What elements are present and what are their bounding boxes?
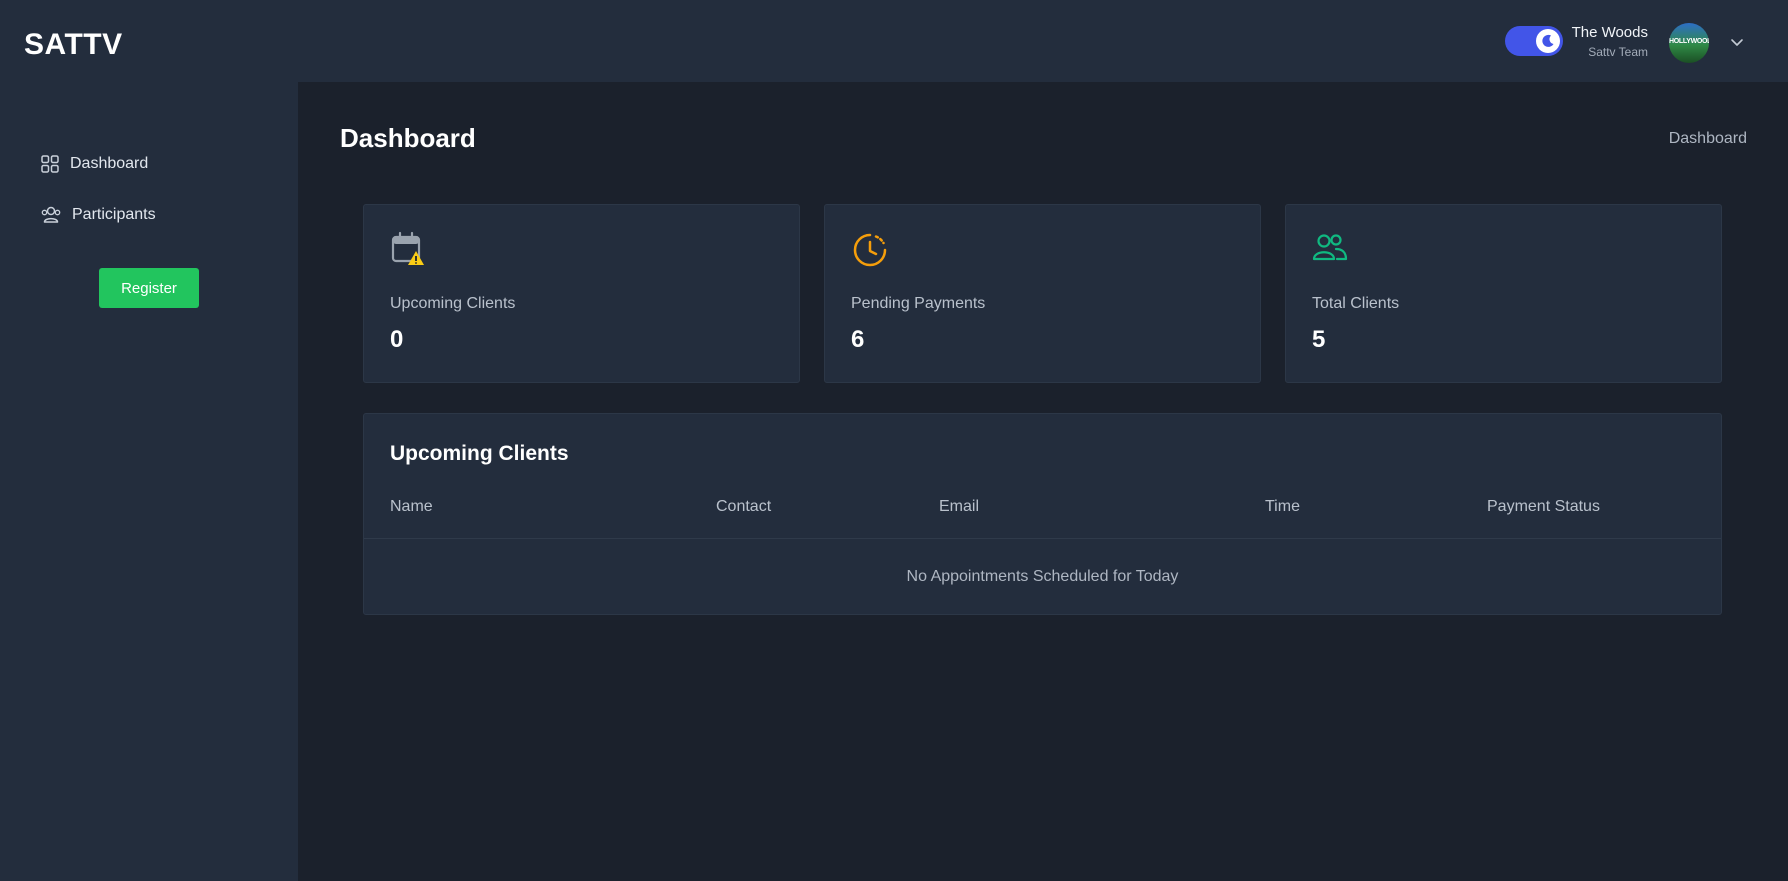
register-button[interactable]: Register bbox=[99, 268, 199, 308]
column-header-payment-status[interactable]: Payment Status bbox=[1487, 498, 1600, 516]
top-bar: SATTV The Woods Sattv Team HOLLYWOOD bbox=[0, 0, 1788, 82]
users-icon bbox=[1312, 231, 1348, 270]
sidebar-item-participants[interactable]: Participants bbox=[40, 205, 156, 225]
stat-card-upcoming-clients: Upcoming Clients 0 bbox=[363, 204, 800, 383]
calendar-warning-icon bbox=[390, 231, 426, 272]
user-info[interactable]: The Woods Sattv Team bbox=[1572, 24, 1648, 59]
sidebar-item-label: Participants bbox=[72, 206, 156, 223]
sidebar-item-dashboard[interactable]: Dashboard bbox=[40, 154, 148, 174]
table-title: Upcoming Clients bbox=[390, 442, 569, 465]
column-header-time[interactable]: Time bbox=[1265, 498, 1300, 516]
upcoming-clients-table: Upcoming Clients Name Contact Email Time… bbox=[363, 413, 1722, 615]
stat-label: Pending Payments bbox=[851, 295, 986, 312]
theme-toggle[interactable] bbox=[1505, 26, 1563, 56]
toggle-knob bbox=[1536, 29, 1560, 53]
chevron-down-icon[interactable] bbox=[1729, 34, 1745, 55]
user-team: Sattv Team bbox=[1588, 45, 1648, 59]
column-header-contact[interactable]: Contact bbox=[716, 498, 771, 516]
sidebar-item-label: Dashboard bbox=[70, 155, 149, 172]
clock-refresh-icon bbox=[851, 231, 889, 274]
stat-card-pending-payments: Pending Payments 6 bbox=[824, 204, 1261, 383]
empty-state-message: No Appointments Scheduled for Today bbox=[906, 568, 1179, 585]
grid-icon bbox=[41, 155, 59, 173]
stat-label: Upcoming Clients bbox=[390, 295, 516, 312]
stat-value: 5 bbox=[1312, 326, 1326, 353]
column-header-email[interactable]: Email bbox=[939, 498, 979, 516]
avatar-text: HOLLYWOOD bbox=[1669, 38, 1709, 45]
user-name: The Woods bbox=[1571, 24, 1648, 41]
users-icon bbox=[41, 206, 61, 223]
breadcrumb[interactable]: Dashboard bbox=[1669, 130, 1747, 148]
moon-icon bbox=[1542, 34, 1554, 47]
table-header-divider bbox=[364, 538, 1721, 539]
brand-logo[interactable]: SATTV bbox=[24, 28, 123, 62]
sidebar: Dashboard Participants Register bbox=[0, 82, 298, 881]
column-header-name[interactable]: Name bbox=[390, 498, 433, 516]
stat-value: 6 bbox=[851, 326, 865, 353]
page-title: Dashboard bbox=[340, 123, 476, 153]
stat-label: Total Clients bbox=[1312, 295, 1400, 312]
stat-value: 0 bbox=[390, 326, 404, 353]
stat-card-total-clients: Total Clients 5 bbox=[1285, 204, 1722, 383]
avatar[interactable]: HOLLYWOOD bbox=[1669, 23, 1709, 63]
